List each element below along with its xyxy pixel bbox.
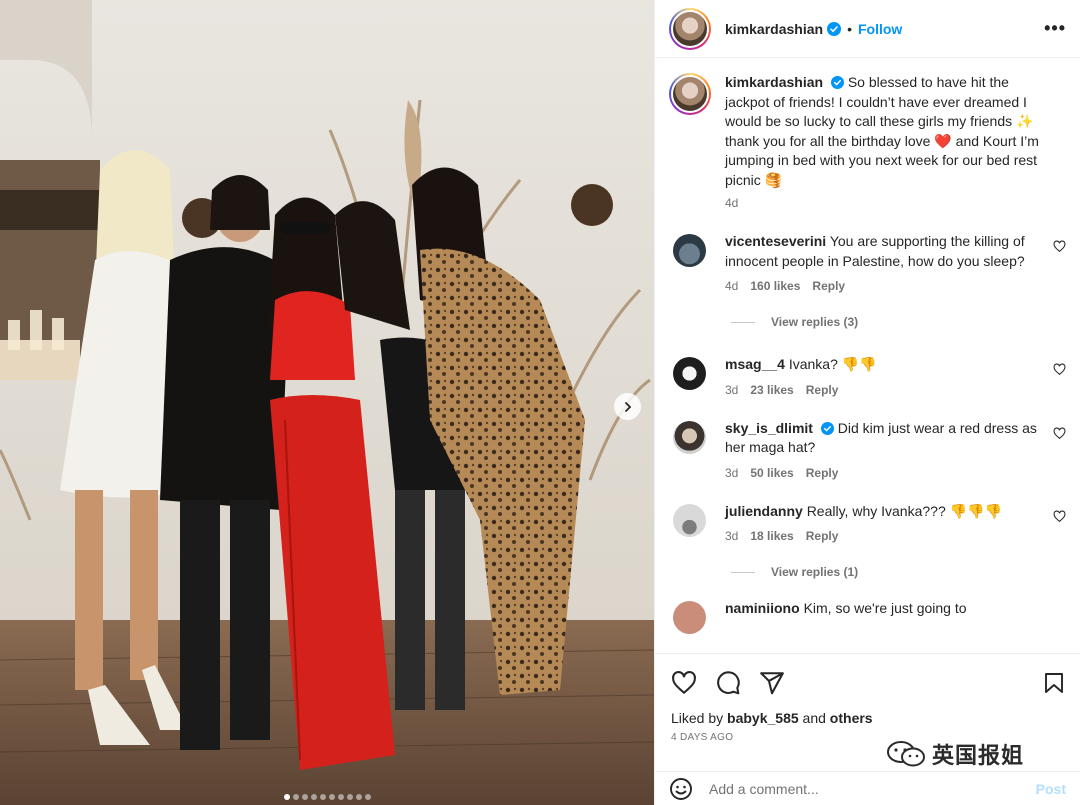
wechat-icon [887,741,925,767]
post-header: kimkardashian • Follow ••• [655,0,1080,58]
commenter-avatar[interactable] [673,601,706,634]
comment-meta: 3d 18 likes Reply [725,529,1040,543]
caption-text: kimkardashian So blessed to have hit the… [725,73,1066,190]
divider-line [731,321,755,323]
comment-time: 3d [725,529,739,543]
comment-likes[interactable]: 23 likes [750,383,793,397]
comment-meta: 4d 160 likes Reply [725,279,1040,293]
caption-avatar[interactable] [669,73,711,115]
comment-item: sky_is_dlimit Did kim just wear a red dr… [655,419,1080,480]
caption-body: So blessed to have hit the jackpot of fr… [725,74,1039,188]
comment-likes[interactable]: 50 likes [750,466,793,480]
emoji-icon[interactable] [669,777,693,801]
separator-dot: • [847,20,852,37]
comment-text: naminiiono Kim, so we're just going to [725,599,1040,619]
verified-badge-icon [830,76,844,89]
verified-badge-icon [820,421,834,435]
commenter-avatar[interactable] [673,234,706,267]
pagination-dot[interactable] [328,794,335,800]
pagination-dot[interactable] [355,794,362,800]
heart-icon[interactable] [1053,363,1066,376]
reply-button[interactable]: Reply [806,529,839,543]
add-comment-input[interactable]: Add a comment... [709,781,819,797]
comment-body: Kim, so we're just going to [803,600,967,616]
share-icon[interactable] [759,670,785,696]
chevron-right-icon [624,401,631,412]
view-replies-label: View replies (1) [771,565,859,579]
reply-button[interactable]: Reply [812,279,845,293]
more-options-icon[interactable]: ••• [1044,18,1066,39]
author-avatar[interactable] [669,7,711,50]
likes-summary: Liked by babyk_585 and others [671,710,1066,726]
follow-button[interactable]: Follow [858,21,902,37]
comment-time: 3d [725,382,739,397]
comment-text: juliendanny Really, why Ivanka??? 👎👎👎 [725,502,1040,522]
comment-likes[interactable]: 18 likes [750,529,793,543]
comment-body: Really, why Ivanka??? 👎👎👎 [806,502,1002,519]
commenter-username[interactable]: naminiiono [725,600,800,616]
comments-scroll-area[interactable]: kimkardashian So blessed to have hit the… [655,59,1080,652]
action-icons [671,668,1066,698]
bookmark-icon[interactable] [1042,670,1066,696]
comment-meta: 3d 23 likes Reply [725,383,1040,397]
pagination-dot[interactable] [283,794,290,800]
comment-item-partial: naminiiono Kim, so we're just going to [655,599,1080,634]
comment-icon[interactable] [715,670,741,696]
reply-button[interactable]: Reply [806,466,839,480]
reply-button[interactable]: Reply [806,383,839,397]
post-side-panel: kimkardashian • Follow ••• kimkardashian… [654,0,1080,805]
post-actions: Liked by babyk_585 and others 4 DAYS AGO [655,653,1080,743]
view-replies-label: View replies (3) [771,315,859,329]
comment-text: msag__4 Ivanka? 👎👎 [725,355,1040,375]
heart-icon[interactable] [1053,240,1066,253]
post-comment-button[interactable]: Post [1036,781,1066,797]
comment-item: vicenteseverini You are supporting the k… [655,232,1080,293]
watermark: 英国报姐 [886,738,1024,770]
pagination-dot[interactable] [337,794,344,800]
comment-item: msag__4 Ivanka? 👎👎 3d 23 likes Reply [655,355,1080,397]
heart-icon[interactable] [1053,509,1066,523]
liked-by-prefix: Liked by [671,710,724,726]
pagination-dot[interactable] [319,794,326,800]
photo-pagination-dots [0,794,654,800]
photo-illustration [0,0,654,805]
comment-item: juliendanny Really, why Ivanka??? 👎👎👎 3d… [655,502,1080,543]
liked-by-and: and [802,710,826,726]
view-replies-button[interactable]: View replies (1) [655,565,1080,579]
commenter-username[interactable]: msag__4 [725,356,785,372]
caption-username[interactable]: kimkardashian [725,74,823,90]
comment-text: vicenteseverini You are supporting the k… [725,232,1040,271]
comment-meta: 3d 50 likes Reply [725,466,1040,480]
post-photo[interactable] [0,0,654,805]
liked-by-others[interactable]: others [830,710,873,726]
pagination-dot[interactable] [346,794,353,800]
pagination-dot[interactable] [301,794,308,800]
commenter-username[interactable]: sky_is_dlimit [725,420,813,436]
comment-time: 3d [725,465,739,480]
commenter-avatar[interactable] [673,503,706,537]
verified-badge-icon [827,21,842,36]
caption-time: 4d [725,196,739,210]
comment-body: Ivanka? 👎👎 [788,356,877,372]
comment-likes[interactable]: 160 likes [750,279,800,293]
author-username[interactable]: kimkardashian [725,21,823,37]
commenter-avatar[interactable] [673,357,706,390]
pagination-dot[interactable] [310,794,317,800]
commenter-username[interactable]: vicenteseverini [725,233,826,249]
comment-time: 4d [725,279,739,293]
view-replies-button[interactable]: View replies (3) [655,315,1080,329]
divider-line [731,571,755,573]
next-photo-button[interactable] [614,393,641,420]
commenter-username[interactable]: juliendanny [725,503,803,519]
pagination-dot[interactable] [292,794,299,800]
comment-text: sky_is_dlimit Did kim just wear a red dr… [725,419,1040,458]
watermark-text: 英国报姐 [932,744,1025,769]
liked-by-user[interactable]: babyk_585 [727,710,799,726]
add-comment-bar: Add a comment... Post [655,771,1080,805]
post-caption: kimkardashian So blessed to have hit the… [655,59,1080,210]
pagination-dot[interactable] [364,794,371,800]
heart-icon[interactable] [1053,426,1066,440]
heart-icon[interactable] [671,670,697,696]
commenter-avatar[interactable] [673,420,706,454]
